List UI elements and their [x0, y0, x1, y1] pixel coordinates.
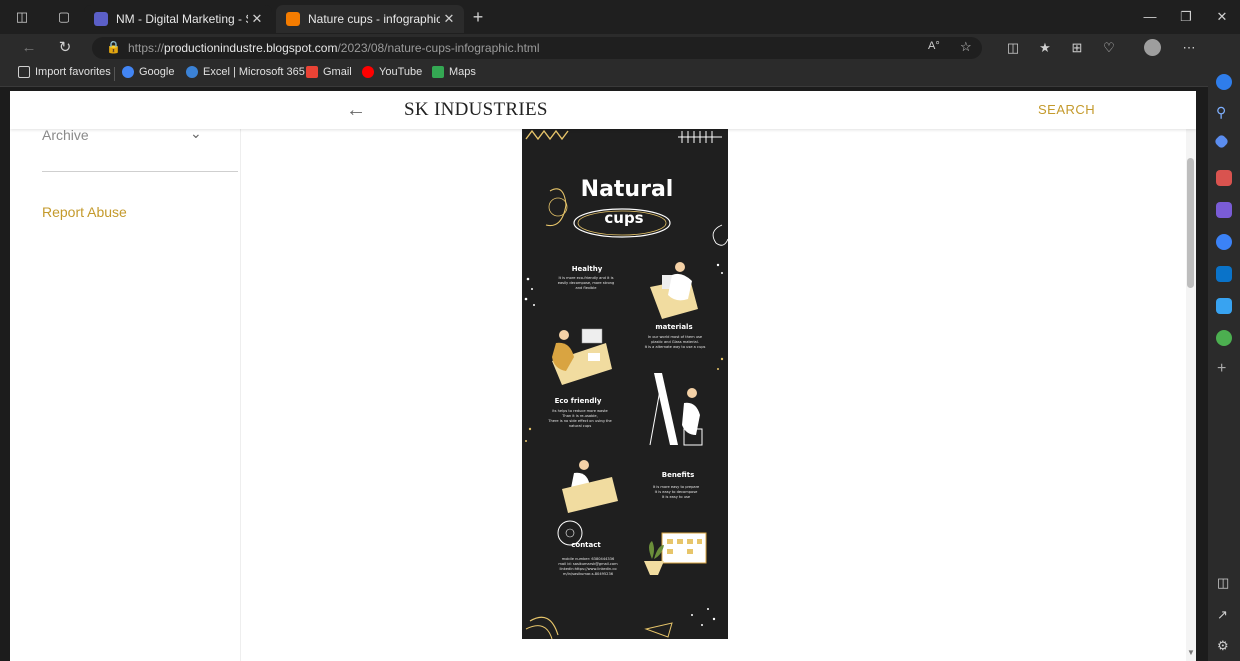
section-heading-healthy: Healthy	[571, 265, 603, 273]
back-icon[interactable]: ←	[20, 39, 38, 57]
address-bar[interactable]: 🔒 https://productionindustre.blogspot.co…	[92, 37, 982, 59]
report-abuse-link[interactable]: Report Abuse	[42, 204, 127, 220]
bookmark-google[interactable]: Google	[122, 66, 174, 78]
google-icon	[122, 66, 134, 78]
section-heading-contact: contact	[571, 541, 601, 549]
more-options-icon[interactable]: ⋯	[1180, 39, 1198, 57]
microsoft365-icon[interactable]	[1216, 234, 1232, 250]
drop-icon[interactable]	[1216, 298, 1232, 314]
youtube-icon	[362, 66, 374, 78]
section-text-benefits: It is more easy to prepare It is easy to…	[652, 485, 700, 499]
bookmark-excel[interactable]: Excel | Microsoft 365	[186, 66, 305, 78]
split-screen-icon[interactable]: ◫	[1004, 39, 1022, 57]
collections-icon[interactable]: ⊞	[1068, 39, 1086, 57]
title-bar: ◫ ▢ NM - Digital Marketing - Studen ✕ Na…	[0, 0, 1240, 34]
infographic-title-line1: Natural	[580, 177, 674, 202]
microsoft365-icon	[186, 66, 198, 78]
blog-page: ← SK INDUSTRIES SEARCH Archive ⌄ Report …	[10, 91, 1196, 661]
minimize-button[interactable]: —	[1140, 8, 1160, 26]
search-icon[interactable]: ⚲	[1216, 104, 1232, 120]
read-aloud-icon[interactable]: A°	[928, 40, 940, 52]
gmail-icon	[306, 66, 318, 78]
bookmarks-bar: Import favorites Google Excel | Microsof…	[0, 62, 1210, 87]
archive-dropdown-label[interactable]: Archive	[42, 127, 89, 143]
settings-icon[interactable]: ⚙	[1217, 638, 1229, 654]
blogger-icon	[286, 12, 300, 26]
workspaces-icon[interactable]: ◫	[14, 9, 30, 25]
shopping-icon[interactable]	[1213, 133, 1230, 150]
infographic-title-line2: cups	[604, 209, 644, 227]
scroll-down-arrow-icon[interactable]: ▼	[1187, 648, 1195, 657]
section-text-contact: mobile number: 6380444336 mail id: sasik…	[558, 557, 618, 576]
external-link-icon[interactable]: ↗	[1217, 607, 1228, 623]
close-tab-icon[interactable]: ✕	[248, 11, 266, 27]
restore-button[interactable]: ❐	[1176, 8, 1196, 26]
games-icon[interactable]	[1216, 202, 1232, 218]
forms-icon	[94, 12, 108, 26]
left-sidebar: Archive ⌄ Report Abuse	[10, 125, 241, 661]
infographic-image: Natural cups Healthy It is more eco-frie…	[522, 129, 728, 639]
tab-digital-marketing[interactable]: NM - Digital Marketing - Studen ✕	[84, 5, 272, 33]
url-text: https://productionindustre.blogspot.com/…	[128, 41, 540, 55]
add-sidebar-app-icon[interactable]: +	[1217, 360, 1226, 378]
outlook-icon[interactable]	[1216, 266, 1232, 282]
tree-icon[interactable]	[1216, 330, 1232, 346]
section-heading-benefits: Benefits	[661, 471, 695, 479]
refresh-icon[interactable]: ↻	[56, 39, 74, 57]
section-heading-materials: materials	[655, 323, 693, 331]
close-tab-icon[interactable]: ✕	[440, 11, 458, 27]
blog-title[interactable]: SK INDUSTRIES	[404, 99, 548, 121]
bookmark-gmail[interactable]: Gmail	[306, 66, 352, 78]
back-arrow-icon[interactable]: ←	[346, 99, 366, 122]
notifications-icon[interactable]	[1216, 74, 1232, 90]
bookmark-youtube[interactable]: YouTube	[362, 66, 422, 78]
favorite-star-icon[interactable]: ☆	[960, 39, 972, 55]
tab-nature-cups[interactable]: Nature cups - infographic ✕	[276, 5, 464, 33]
blog-header: ← SK INDUSTRIES SEARCH	[10, 91, 1196, 129]
browser-essentials-icon[interactable]: ♡	[1100, 39, 1118, 57]
new-tab-button[interactable]: +	[470, 8, 486, 26]
scrollbar-thumb[interactable]	[1187, 158, 1194, 288]
close-window-button[interactable]: ✕	[1212, 8, 1232, 26]
import-icon	[18, 66, 30, 78]
tools-icon[interactable]	[1216, 170, 1232, 186]
section-text-eco-friendly: its helps to reduce more waste Than it i…	[548, 409, 612, 428]
section-text-materials: In our world most of them use plastic an…	[644, 335, 706, 349]
favorites-icon[interactable]: ★	[1036, 39, 1054, 57]
divider	[42, 171, 238, 172]
bookmark-import-favorites[interactable]: Import favorites	[18, 66, 111, 78]
address-toolbar: ← ↻ 🔒 https://productionindustre.blogspo…	[0, 34, 1240, 62]
section-text-healthy: It is more eco-friendly and it is easily…	[557, 276, 615, 290]
lock-icon: 🔒	[106, 40, 121, 54]
hide-sidebar-icon[interactable]: ◫	[1217, 575, 1229, 591]
section-heading-eco-friendly: Eco friendly	[554, 397, 602, 405]
maps-icon	[432, 66, 444, 78]
profile-avatar[interactable]	[1144, 39, 1161, 56]
tab-actions-icon[interactable]: ▢	[56, 9, 72, 25]
bookmark-maps[interactable]: Maps	[432, 66, 476, 78]
edge-sidebar: ⚲ + ◫ ↗ ⚙	[1208, 34, 1240, 661]
search-button[interactable]: SEARCH	[1038, 102, 1095, 117]
